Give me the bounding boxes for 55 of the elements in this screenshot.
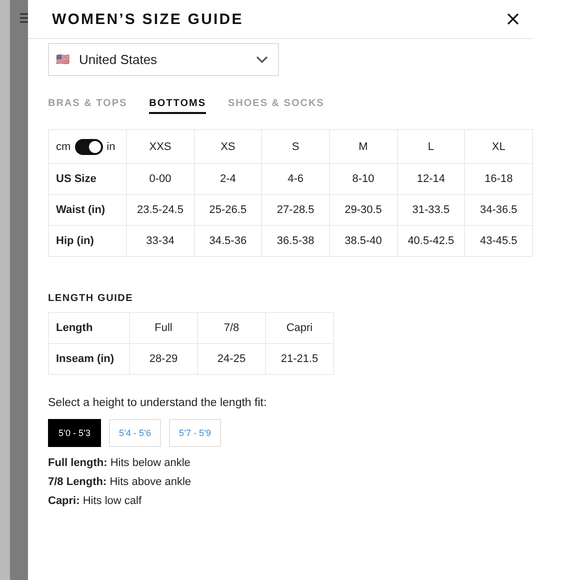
table-cell: 36.5-38 [262, 226, 330, 256]
height-button[interactable]: 5’0 - 5’3 [48, 419, 101, 447]
column-header: XL [464, 130, 532, 164]
table-cell: 43-45.5 [464, 226, 532, 256]
unit-label: cm [56, 140, 71, 152]
category-tab[interactable]: SHOES & SOCKS [228, 98, 324, 114]
row-header: Hip (in) [48, 226, 126, 256]
column-header: M [329, 130, 398, 164]
chevron-down-icon [256, 56, 268, 64]
table-cell: Full [130, 312, 198, 344]
table-cell: 33-34 [126, 226, 194, 256]
table-cell: 31-33.5 [397, 194, 465, 226]
table-cell: 2-4 [194, 164, 262, 194]
height-prompt: Select a height to understand the length fit: [48, 397, 268, 409]
fit-note: Capri: Hits low calf [48, 495, 143, 507]
table-cell: 27-28.5 [262, 194, 330, 226]
table-cell: 12-14 [397, 164, 465, 194]
table-cell: 38.5-40 [329, 226, 398, 256]
column-header: S [262, 130, 330, 164]
table-cell: 4-6 [262, 164, 330, 194]
table-cell: 34.5-36 [194, 226, 262, 256]
table-cell: 21-21.5 [266, 344, 334, 374]
table-cell: 28-29 [130, 344, 198, 374]
row-header: Length [48, 312, 130, 344]
table-cell: 29-30.5 [329, 194, 398, 226]
height-button[interactable]: 5’4 - 5’6 [109, 419, 161, 447]
table-cell: 0-00 [126, 164, 194, 194]
unit-label: in [106, 140, 116, 152]
section-title: LENGTH GUIDE [48, 293, 134, 304]
table-cell: 25-26.5 [194, 194, 262, 226]
row-header: Inseam (in) [48, 344, 130, 374]
height-button[interactable]: 5’7 - 5’9 [169, 419, 221, 447]
column-header: XXS [126, 130, 194, 164]
fit-note: 7/8 Length: Hits above ankle [48, 476, 192, 488]
row-header: US Size [48, 164, 126, 194]
dialog-title: WOMEN’S SIZE GUIDE [52, 10, 244, 28]
close-button[interactable] [505, 11, 521, 27]
column-header: L [397, 130, 465, 164]
fit-note: Full length: Hits below ankle [48, 457, 192, 469]
table-cell: 7/8 [198, 312, 266, 344]
row-header: Waist (in) [48, 194, 126, 226]
unit-toggle[interactable] [74, 138, 103, 154]
menu-icon[interactable] [20, 12, 28, 24]
table-cell: 40.5-42.5 [397, 226, 465, 256]
table-cell: 8-10 [329, 164, 398, 194]
column-header: XS [194, 130, 262, 164]
table-cell: 23.5-24.5 [126, 194, 194, 226]
table-cell: 34-36.5 [464, 194, 532, 226]
table-cell: Capri [266, 312, 334, 344]
table-cell: 16-18 [464, 164, 532, 194]
flag-icon: 🇺🇸 [56, 53, 70, 66]
category-tab[interactable]: BRAS & TOPS [48, 98, 128, 114]
table-cell: 24-25 [198, 344, 266, 374]
category-tab[interactable]: BOTTOMS [149, 98, 206, 114]
country-select[interactable]: 🇺🇸 United States [48, 43, 279, 76]
